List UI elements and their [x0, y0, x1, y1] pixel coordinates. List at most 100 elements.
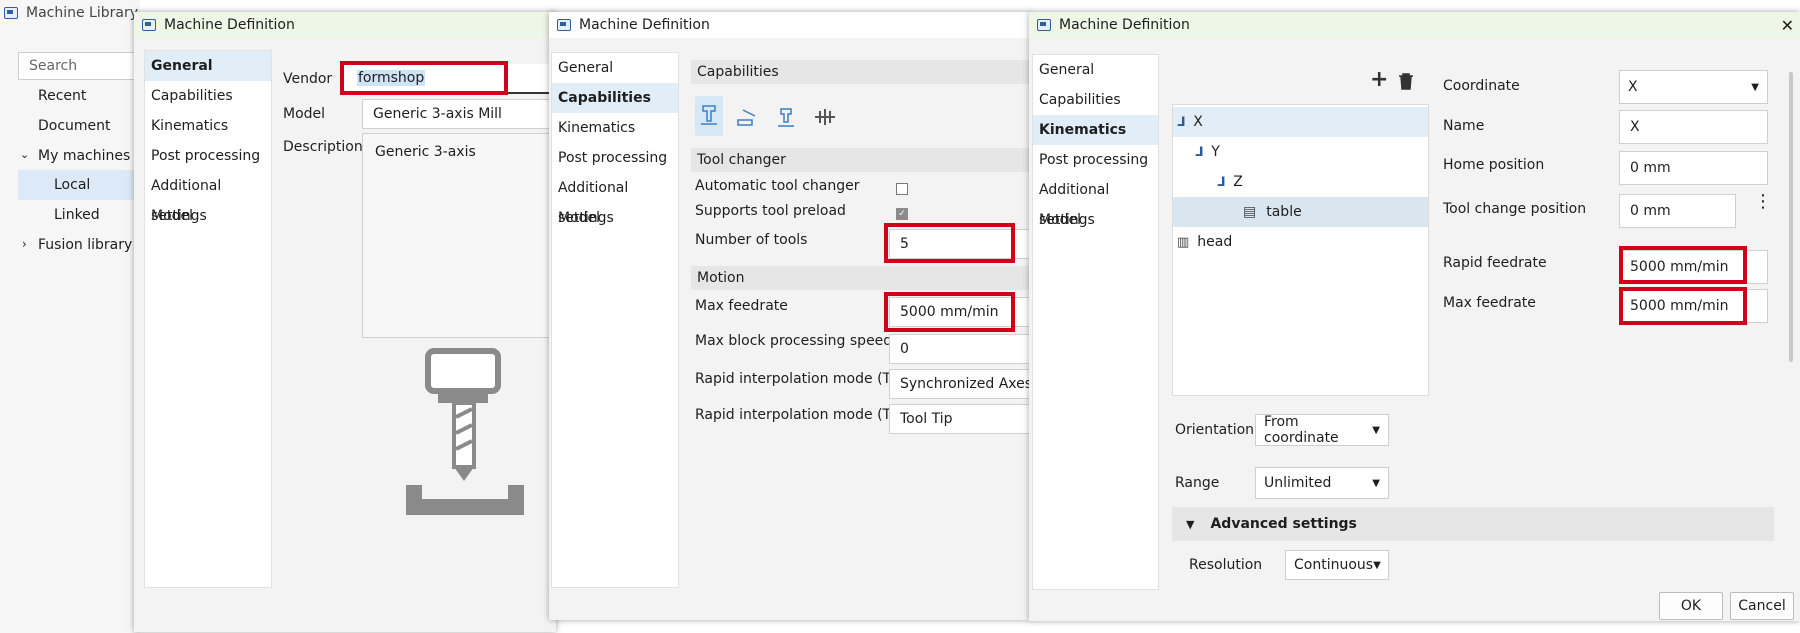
- max-block-processing-value: 0: [900, 341, 909, 357]
- panel1-titlebar: Machine Definition: [134, 12, 556, 38]
- home-position-input[interactable]: 0 mm: [1619, 151, 1768, 185]
- panel1-nav-kinematics[interactable]: Kinematics: [145, 111, 271, 141]
- library-nav-fusion-library[interactable]: Fusion library: [38, 237, 132, 253]
- orientation-value: From coordinate: [1264, 414, 1339, 446]
- name-value: X: [1630, 119, 1640, 135]
- automatic-tool-changer-label: Automatic tool changer: [695, 178, 860, 194]
- milling-capability-button[interactable]: [695, 96, 723, 136]
- tree-node-x[interactable]: ⅃ X: [1173, 107, 1428, 137]
- description-label: Description: [283, 139, 363, 155]
- chevron-right-icon[interactable]: ›: [22, 237, 27, 251]
- app-icon: [1037, 19, 1051, 31]
- trash-icon[interactable]: [1398, 72, 1414, 94]
- capabilities-header: Capabilities: [691, 60, 1031, 84]
- tool-change-position-input[interactable]: 0 mm: [1619, 194, 1736, 228]
- panel3-nav-post-processing[interactable]: Post processing: [1033, 145, 1158, 175]
- motion-header: Motion: [691, 266, 1031, 290]
- home-position-label: Home position: [1443, 157, 1545, 173]
- resolution-select[interactable]: Continuous ▼: [1285, 550, 1389, 580]
- mill-machine-icon: [406, 348, 524, 515]
- panel3-nav-capabilities[interactable]: Capabilities: [1033, 85, 1158, 115]
- automatic-tool-changer-checkbox[interactable]: [896, 183, 908, 195]
- panel2-titlebar: Machine Definition: [549, 12, 1031, 38]
- kinematics-tree: ⅃ X ⅃ Y ⅃ Z ▤ table ▥ head: [1172, 104, 1429, 396]
- panel3-nav-model[interactable]: Model: [1033, 205, 1158, 235]
- library-nav-recent[interactable]: Recent: [38, 88, 86, 104]
- panel1-title: Machine Definition: [164, 17, 295, 33]
- panel3-titlebar: Machine Definition ✕: [1029, 12, 1800, 38]
- orientation-select[interactable]: From coordinate ▼: [1255, 414, 1389, 446]
- add-icon[interactable]: +: [1370, 69, 1388, 91]
- machine-definition-kinematics-window: Machine Definition ✕ General Capabilitie…: [1029, 12, 1800, 621]
- panel3-nav-general[interactable]: General: [1033, 55, 1158, 85]
- panel2-nav-general[interactable]: General: [552, 53, 678, 83]
- supports-tool-preload-label: Supports tool preload: [695, 203, 846, 219]
- rapid-tcp-off-select[interactable]: Synchronized Axes: [889, 369, 1031, 399]
- tree-node-table-label: table: [1266, 204, 1302, 220]
- chevron-down-icon[interactable]: ⌄: [20, 148, 29, 161]
- close-icon[interactable]: ✕: [1781, 16, 1794, 35]
- max-block-processing-input[interactable]: 0: [889, 334, 1031, 364]
- advanced-settings-header[interactable]: ▼ Advanced settings: [1172, 507, 1774, 541]
- model-label: Model: [283, 106, 326, 122]
- cutting-capability-icon[interactable]: [775, 106, 797, 134]
- max-block-processing-label: Max block processing speed: [695, 333, 893, 349]
- name-label: Name: [1443, 118, 1485, 134]
- panel1-nav-additional-settings[interactable]: Additional settings: [145, 171, 271, 224]
- library-nav-linked[interactable]: Linked: [54, 207, 100, 223]
- panel3-nav-kinematics[interactable]: Kinematics: [1033, 115, 1158, 145]
- chevron-down-icon: ▼: [1372, 424, 1380, 436]
- coordinate-value: X: [1628, 79, 1638, 95]
- panel2-nav-additional-settings[interactable]: Additional settings: [552, 173, 678, 226]
- panel3-nav: General Capabilities Kinematics Post pro…: [1032, 54, 1159, 590]
- turning-capability-icon[interactable]: [735, 106, 759, 132]
- collapse-triangle-icon: ▼: [1186, 517, 1195, 531]
- supports-tool-preload-checkbox[interactable]: ✓: [896, 208, 908, 220]
- probing-capability-icon[interactable]: [813, 106, 837, 132]
- rapid-feedrate-label: Rapid feedrate: [1443, 255, 1547, 271]
- tree-node-table[interactable]: ▤ table: [1173, 197, 1428, 227]
- rapid-tcp-on-select[interactable]: Tool Tip: [889, 404, 1031, 434]
- range-select[interactable]: Unlimited ▼: [1255, 467, 1389, 499]
- ok-button[interactable]: OK: [1659, 592, 1723, 620]
- max-feedrate-highlight: [884, 292, 1015, 332]
- panel1-nav-capabilities[interactable]: Capabilities: [145, 81, 271, 111]
- axis-icon: ⅃: [1195, 144, 1204, 160]
- library-nav-my-machines[interactable]: My machines: [38, 148, 130, 164]
- tree-node-y[interactable]: ⅃ Y: [1173, 137, 1428, 167]
- library-search-input[interactable]: Search: [18, 52, 140, 80]
- panel1-nav-model[interactable]: Model: [145, 201, 271, 231]
- rapid-tcp-off-value: Synchronized Axes: [900, 376, 1031, 392]
- panel2-nav-kinematics[interactable]: Kinematics: [552, 113, 678, 143]
- head-icon: ▥: [1177, 234, 1190, 250]
- panel1-nav-general[interactable]: General: [145, 51, 271, 81]
- machine-library-window: Machine Library Search Recent Document ⌄…: [0, 0, 140, 633]
- app-icon: [4, 7, 18, 19]
- panel2-nav-post-processing[interactable]: Post processing: [552, 143, 678, 173]
- model-input[interactable]: Generic 3-axis Mill: [362, 99, 556, 129]
- tree-node-z[interactable]: ⅃ Z: [1173, 167, 1428, 197]
- axis-icon: ⅃: [1217, 174, 1226, 190]
- number-of-tools-highlight: [884, 223, 1015, 263]
- table-icon: ▤: [1243, 204, 1257, 220]
- panel2-nav-capabilities[interactable]: Capabilities: [552, 83, 678, 113]
- panel1-nav-post-processing[interactable]: Post processing: [145, 141, 271, 171]
- panel3-nav-additional-settings[interactable]: Additional settings: [1033, 175, 1158, 228]
- tree-node-head[interactable]: ▥ head: [1173, 227, 1428, 257]
- more-options-icon[interactable]: ⋮: [1754, 193, 1772, 211]
- library-nav-document[interactable]: Document: [38, 118, 111, 134]
- tool-change-position-label: Tool change position: [1443, 201, 1587, 217]
- cancel-button[interactable]: Cancel: [1730, 592, 1794, 620]
- name-input[interactable]: X: [1619, 110, 1768, 144]
- vendor-highlight: [340, 61, 508, 95]
- coordinate-select[interactable]: X ▼: [1619, 70, 1768, 104]
- scrollbar[interactable]: [1789, 72, 1793, 362]
- panel2-nav-model[interactable]: Model: [552, 203, 678, 233]
- panel2-title: Machine Definition: [579, 17, 710, 33]
- advanced-settings-label: Advanced settings: [1210, 516, 1357, 532]
- description-textarea[interactable]: Generic 3-axis: [362, 133, 556, 338]
- description-value: Generic 3-axis: [375, 144, 476, 160]
- axis-icon: ⅃: [1177, 114, 1186, 130]
- number-of-tools-label: Number of tools: [695, 232, 808, 248]
- tree-node-z-label: Z: [1233, 174, 1243, 190]
